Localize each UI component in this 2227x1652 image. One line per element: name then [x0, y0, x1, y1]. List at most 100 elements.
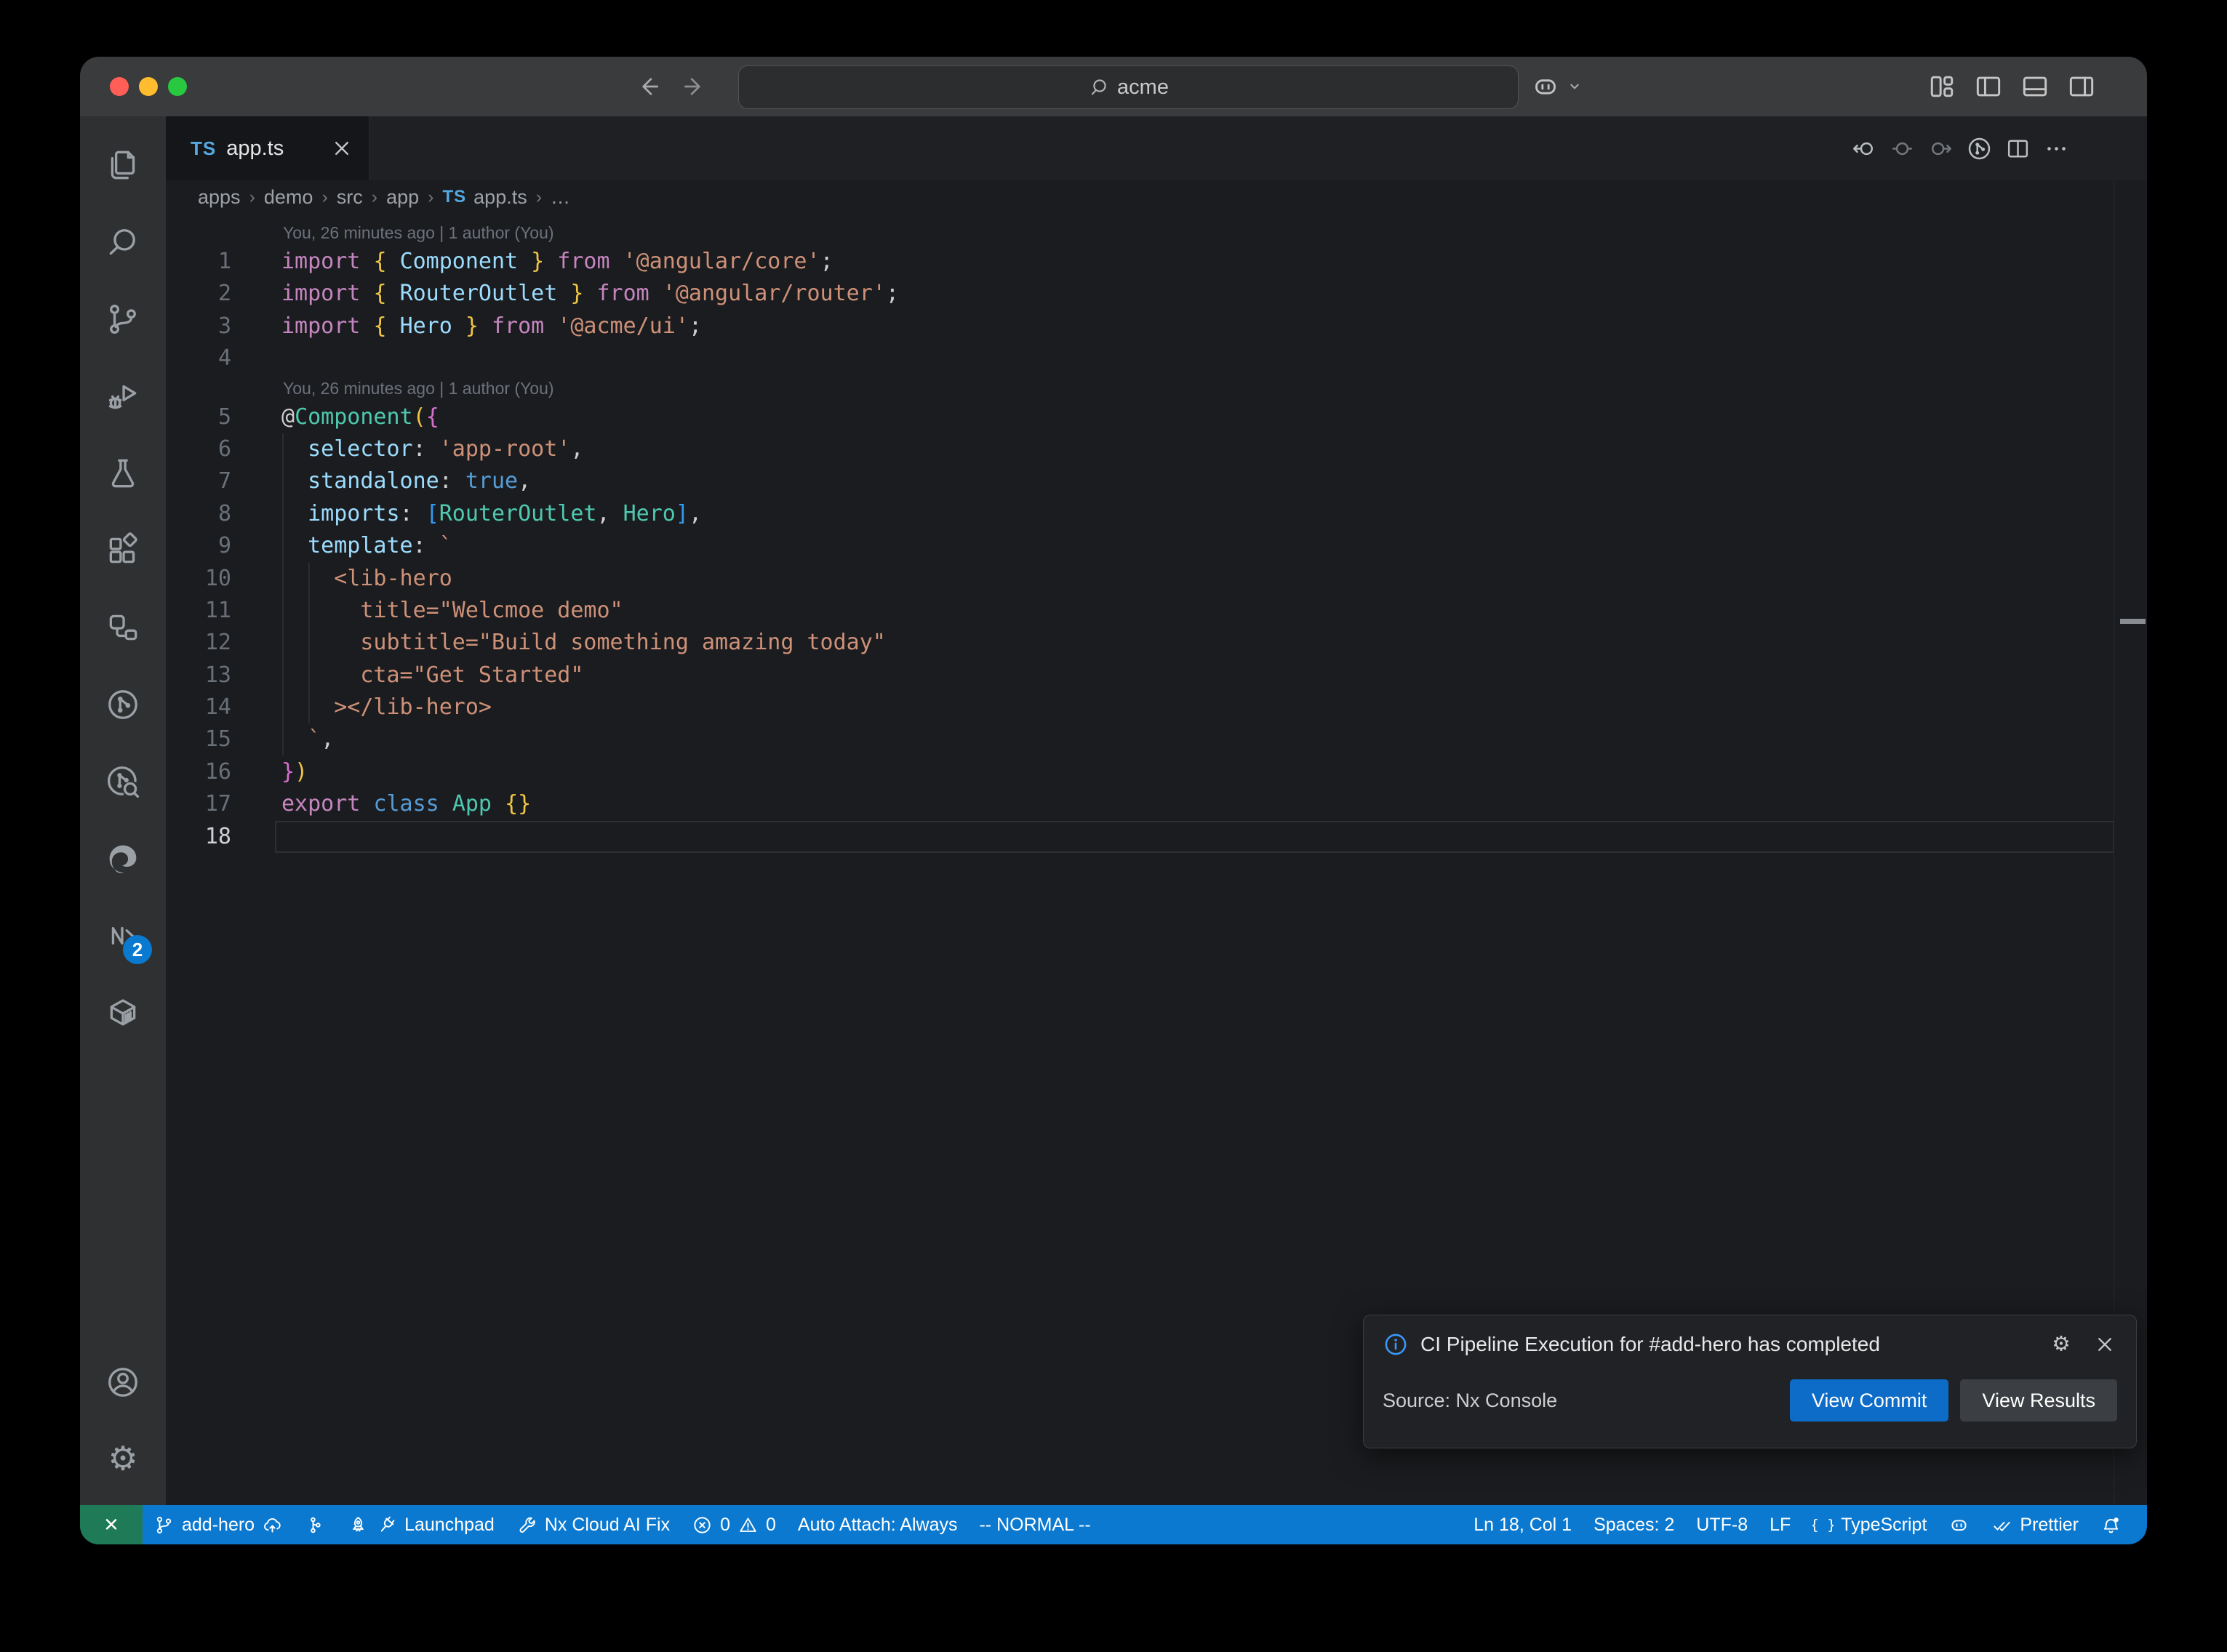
code-line[interactable]: 17export class App {}: [166, 788, 2147, 820]
more-actions-icon[interactable]: [2043, 135, 2070, 162]
statusbar-language-mode[interactable]: { }TypeScript: [1802, 1505, 1938, 1544]
view-commit-button[interactable]: View Commit: [1790, 1379, 1949, 1422]
statusbar-eol[interactable]: LF: [1759, 1505, 1802, 1544]
graph-icon: [305, 1515, 326, 1536]
code-line[interactable]: 16}): [166, 756, 2147, 788]
rocket-icon: [348, 1515, 369, 1536]
statusbar-nx-cloud-ai-fix[interactable]: Nx Cloud AI Fix: [505, 1505, 681, 1544]
copilot-menu[interactable]: [1531, 57, 1585, 116]
copilot-icon: [1948, 1515, 1970, 1536]
breadcrumb-item[interactable]: apps: [198, 186, 241, 209]
status-bar: add-hero LaunchpadNx Cloud AI Fix00 Auto A…: [80, 1505, 2147, 1544]
code-line[interactable]: 18: [166, 821, 2147, 853]
notification-close-icon[interactable]: [2092, 1332, 2117, 1357]
account-icon: [105, 1364, 141, 1400]
statusbar-copilot-status[interactable]: [1938, 1505, 1980, 1544]
back-arrow-icon[interactable]: [634, 73, 662, 100]
code-text: <lib-hero: [281, 563, 452, 595]
statusbar-encoding[interactable]: UTF-8: [1685, 1505, 1759, 1544]
code-text: import { RouterOutlet } from '@angular/r…: [281, 278, 899, 310]
breadcrumb-item[interactable]: …: [551, 186, 570, 209]
statusbar-label: Auto Attach: Always: [798, 1515, 958, 1536]
activity-source-control[interactable]: [88, 281, 158, 358]
code-line[interactable]: 2import { RouterOutlet } from '@angular/…: [166, 278, 2147, 310]
statusbar-cursor-position[interactable]: Ln 18, Col 1: [1463, 1505, 1583, 1544]
activity-search[interactable]: [88, 204, 158, 281]
activity-commit-graph[interactable]: [88, 666, 158, 743]
activity-settings[interactable]: ⚙: [88, 1421, 158, 1498]
forward-arrow-icon[interactable]: [681, 73, 708, 100]
code-line[interactable]: 1import { Component } from '@angular/cor…: [166, 246, 2147, 278]
nav-forward-icon[interactable]: [1927, 135, 1954, 162]
line-number: 6: [166, 433, 231, 465]
code-line[interactable]: 11 title="Welcmoe demo": [166, 595, 2147, 627]
statusbar-indentation[interactable]: Spaces: 2: [1583, 1505, 1685, 1544]
remote-icon: [100, 1513, 123, 1536]
remote-indicator[interactable]: [80, 1505, 143, 1544]
code-text: title="Welcmoe demo": [281, 595, 623, 627]
code-text: subtitle="Build something amazing today": [281, 627, 886, 659]
breadcrumb-item[interactable]: TSapp.ts: [442, 186, 527, 209]
breadcrumb-label: app: [386, 186, 419, 209]
code-line[interactable]: 5@Component({: [166, 401, 2147, 433]
statusbar-auto-attach[interactable]: Auto Attach: Always: [787, 1505, 969, 1544]
chevron-right-icon: ›: [249, 187, 255, 208]
command-center-search[interactable]: acme: [738, 65, 1519, 109]
close-tab-icon[interactable]: [329, 136, 354, 161]
error-icon: [692, 1515, 713, 1536]
code-editor[interactable]: You, 26 minutes ago | 1 author (You)1imp…: [166, 214, 2147, 853]
statusbar-gitlens-launchpad[interactable]: Launchpad: [337, 1505, 505, 1544]
statusbar-prettier[interactable]: Prettier: [1980, 1505, 2090, 1544]
close-window-button[interactable]: [110, 77, 129, 96]
code-line[interactable]: 6 selector: 'app-root',: [166, 433, 2147, 465]
code-line[interactable]: 15 `,: [166, 723, 2147, 755]
code-text: }): [281, 756, 308, 788]
tab-app-ts[interactable]: TS app.ts: [166, 116, 369, 180]
line-number: 18: [166, 821, 231, 853]
breadcrumb-item[interactable]: demo: [264, 186, 313, 209]
code-line[interactable]: 14 ></lib-hero>: [166, 691, 2147, 723]
code-line[interactable]: 4: [166, 342, 2147, 374]
activity-extensions[interactable]: [88, 512, 158, 589]
nav-back-icon[interactable]: [1850, 135, 1877, 162]
toggle-panel-bottom-icon[interactable]: [2019, 71, 2051, 103]
statusbar-vim-mode[interactable]: -- NORMAL --: [968, 1505, 1101, 1544]
view-results-button[interactable]: View Results: [1960, 1379, 2117, 1422]
activity-testing[interactable]: [88, 435, 158, 512]
code-line[interactable]: 13 cta="Get Started": [166, 659, 2147, 691]
activity-nx-console[interactable]: 2: [88, 897, 158, 974]
statusbar-problems[interactable]: 00: [681, 1505, 787, 1544]
activity-accounts[interactable]: [88, 1344, 158, 1421]
code-line[interactable]: 12 subtitle="Build something amazing tod…: [166, 627, 2147, 659]
commit-graph-sm-icon[interactable]: [1966, 135, 1993, 162]
activity-containers[interactable]: [88, 974, 158, 1051]
code-line[interactable]: 8 imports: [RouterOutlet, Hero],: [166, 498, 2147, 530]
line-number: 16: [166, 756, 231, 788]
activity-commit-graph-search[interactable]: [88, 743, 158, 820]
code-line[interactable]: 9 template: `: [166, 530, 2147, 562]
breadcrumb-item[interactable]: app: [386, 186, 419, 209]
zoom-window-button[interactable]: [168, 77, 187, 96]
split-editor-icon[interactable]: [2004, 135, 2031, 162]
activity-edge-devtools[interactable]: [88, 820, 158, 897]
statusbar-notifications-bell[interactable]: [2090, 1505, 2132, 1544]
activity-explorer[interactable]: [88, 127, 158, 204]
activity-workspace-structure[interactable]: [88, 589, 158, 666]
toggle-panel-right-icon[interactable]: [2066, 71, 2098, 103]
statusbar-label: Prettier: [2020, 1515, 2079, 1536]
layout-customize-icon[interactable]: [1926, 71, 1958, 103]
statusbar-git-branch[interactable]: add-hero: [143, 1505, 294, 1544]
bell-dot-icon: [2100, 1515, 2122, 1536]
statusbar-commit-graph-status[interactable]: [294, 1505, 337, 1544]
code-line[interactable]: 3import { Hero } from '@acme/ui';: [166, 310, 2147, 342]
toggle-panel-left-icon[interactable]: [1972, 71, 2004, 103]
breadcrumb-item[interactable]: src: [337, 186, 363, 209]
nav-dot-icon[interactable]: [1889, 135, 1916, 162]
statusbar-label: LF: [1770, 1515, 1791, 1536]
notification-settings-gear-icon[interactable]: ⚙: [2049, 1332, 2074, 1357]
code-line[interactable]: 7 standalone: true,: [166, 465, 2147, 497]
activity-run-debug[interactable]: [88, 358, 158, 435]
code-line[interactable]: 10 <lib-hero: [166, 563, 2147, 595]
minimize-window-button[interactable]: [139, 77, 158, 96]
statusbar-label: UTF-8: [1696, 1515, 1748, 1536]
